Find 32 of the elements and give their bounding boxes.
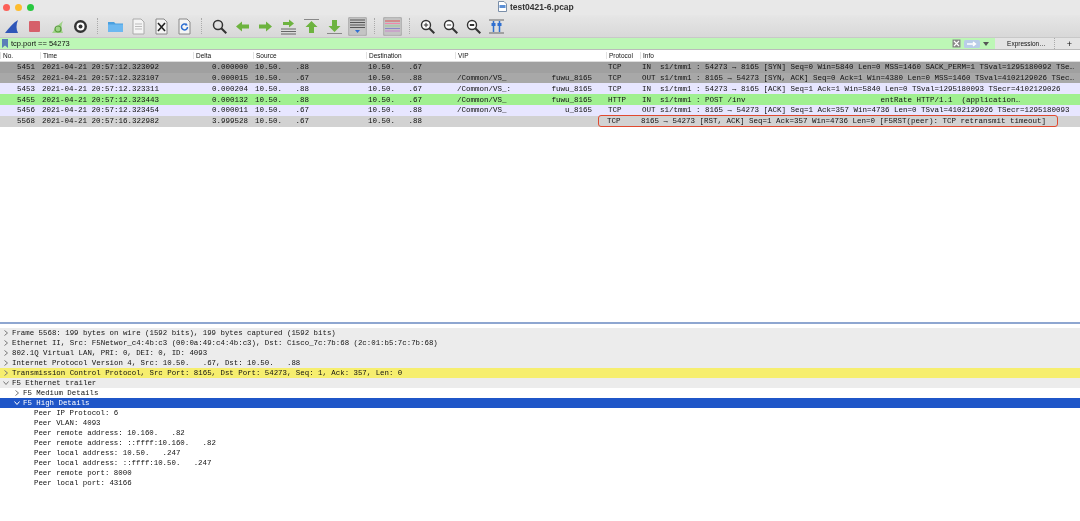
bookmark-icon[interactable] <box>2 39 8 48</box>
resize-columns-icon[interactable] <box>488 17 505 35</box>
dropdown-caret-icon[interactable] <box>983 41 990 46</box>
zoom-window-button[interactable] <box>27 4 34 11</box>
toggle-button[interactable] <box>348 16 367 36</box>
zoom-reset-icon[interactable] <box>465 17 482 35</box>
chevron-right-icon[interactable] <box>3 360 9 366</box>
up-arrow-icon[interactable] <box>303 17 320 35</box>
chevron-right-icon[interactable] <box>3 350 9 356</box>
chevron-down-icon[interactable] <box>3 380 9 386</box>
shark-fin-icon[interactable] <box>3 17 20 35</box>
jump-to-packet-icon[interactable] <box>280 17 297 35</box>
document-icon[interactable] <box>130 17 147 35</box>
close-file-icon[interactable] <box>153 17 170 35</box>
reload-file-icon[interactable] <box>176 17 193 35</box>
close-window-button[interactable] <box>3 4 10 11</box>
window-title: test0421-6.pcap <box>510 1 574 12</box>
chevron-right-icon[interactable] <box>3 370 9 376</box>
search-icon[interactable] <box>211 17 228 35</box>
add-filter-button[interactable]: + <box>1058 38 1080 49</box>
colorize-icon <box>384 17 401 35</box>
toggle-button[interactable] <box>383 16 402 36</box>
gear-icon[interactable] <box>72 17 89 35</box>
down-arrow-icon[interactable] <box>326 17 343 35</box>
clear-icon[interactable] <box>952 39 962 48</box>
chevron-right-icon[interactable] <box>3 330 9 336</box>
auto-scroll-icon <box>349 17 366 35</box>
chevron-right-icon[interactable] <box>14 390 20 396</box>
chevron-right-icon[interactable] <box>3 340 9 346</box>
zoom-out-icon[interactable] <box>442 17 459 35</box>
zoom-in-icon[interactable] <box>419 17 436 35</box>
document-icon <box>498 1 507 12</box>
